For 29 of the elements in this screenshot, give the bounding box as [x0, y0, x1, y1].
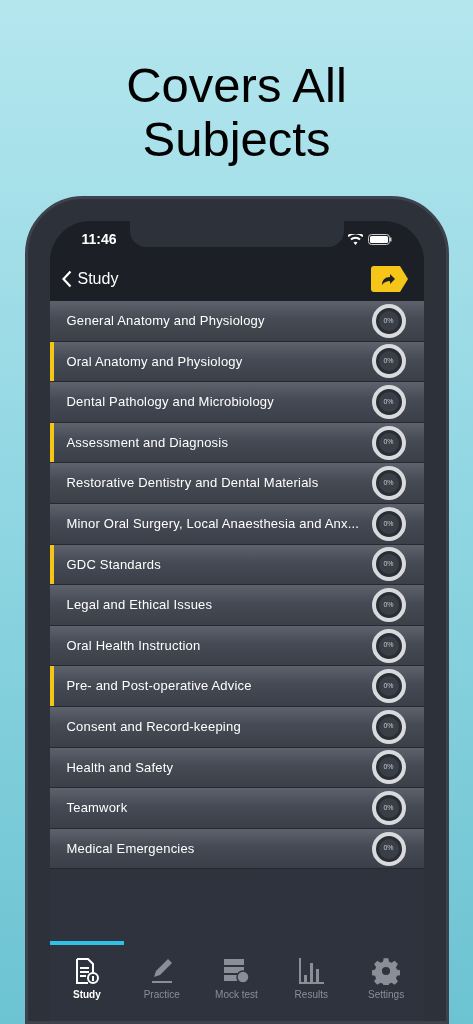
settings-icon	[372, 957, 401, 985]
status-time: 11:46	[81, 229, 117, 249]
topic-title: Teamwork	[66, 799, 129, 818]
share-tag-icon[interactable]	[370, 266, 408, 292]
topic-title: Pre- and Post-operative Advice	[66, 677, 253, 696]
tab-bar-item[interactable]: Settings	[348, 941, 424, 1021]
topic-title: Oral Health Instruction	[66, 636, 202, 655]
topic-title: Assessment and Diagnosis	[66, 433, 230, 452]
back-button[interactable]: Study	[61, 267, 119, 291]
tab-bar-item[interactable]: Practice	[124, 941, 200, 1021]
chevron-left-icon	[61, 270, 72, 288]
wifi-icon	[347, 233, 363, 245]
battery-icon	[367, 233, 392, 245]
tab-bar-item[interactable]: Mock test	[199, 941, 274, 1021]
topic-title: Oral Anatomy and Physiology	[66, 352, 244, 371]
topic-title: Dental Pathology and Microbiology	[66, 393, 275, 412]
headline: Covers All Subjects	[125, 58, 348, 166]
topic-title: General Anatomy and Physiology	[66, 312, 266, 331]
tab-bar-item[interactable]: Results	[273, 941, 349, 1021]
tab-bar-item[interactable]: Study	[49, 941, 125, 1021]
topic-title: GDC Standards	[66, 555, 162, 574]
topic-title: Health and Safety	[66, 758, 175, 777]
bar-chart-icon	[297, 957, 326, 985]
document-info-icon	[73, 957, 100, 985]
topic-title: Consent and Record-keeping	[66, 718, 242, 736]
topic-title: Minor Oral Surgery, Local Anaesthesia and Anx...	[66, 515, 361, 533]
topic-title: Medical Emergencies	[66, 839, 196, 858]
topic-title: Legal and Ethical Issues	[66, 596, 214, 615]
topic-title: Restorative Dentistry and Dental Materials	[66, 474, 320, 493]
